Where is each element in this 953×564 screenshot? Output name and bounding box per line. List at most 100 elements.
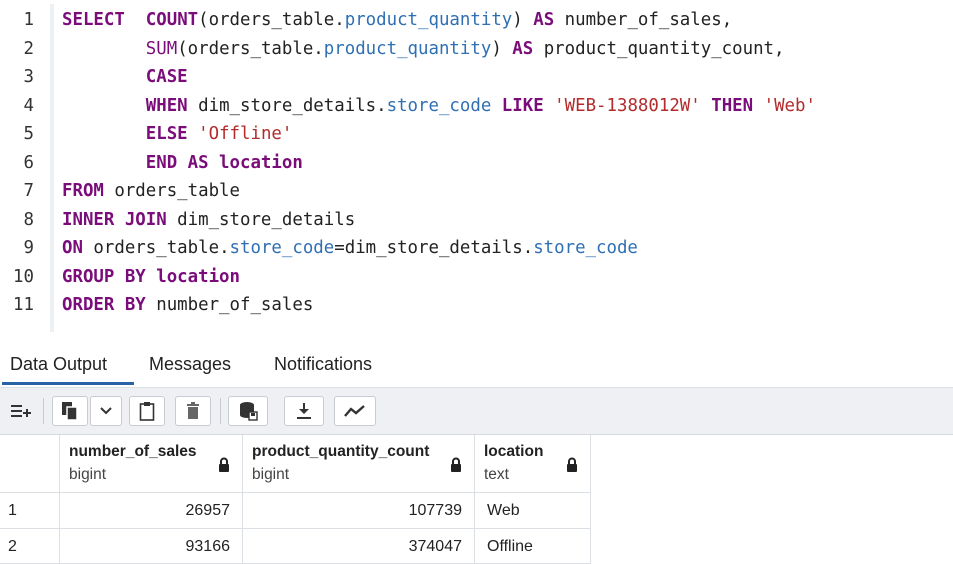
graph-icon [344, 405, 365, 417]
column-type: bigint [69, 466, 107, 483]
code-token: INNER JOIN [62, 209, 167, 230]
lock-icon [451, 457, 461, 472]
toolbar-separator [43, 398, 44, 424]
code-token: FROM [62, 181, 104, 201]
table-cell[interactable]: Web [475, 493, 591, 529]
line-number: 8 [23, 209, 34, 230]
copy-button[interactable] [52, 396, 88, 426]
paste-icon [139, 402, 155, 421]
code-line[interactable]: 7 FROM orders_table [0, 177, 241, 206]
query-editor[interactable]: 1 SELECT COUNT(orders_table.product_quant… [0, 0, 953, 338]
add-row-button[interactable] [4, 396, 38, 426]
code-line[interactable]: 10 GROUP BY location [0, 263, 240, 292]
line-number: 7 [23, 181, 34, 201]
table-cell[interactable]: 374047 [243, 529, 475, 564]
code-token: =dim_store_details. [334, 238, 534, 258]
code-token: number_of_sales [145, 295, 314, 315]
download-icon [297, 403, 311, 419]
code-token: THEN [711, 95, 754, 116]
row-number[interactable]: 2 [0, 529, 60, 564]
lock-icon [567, 457, 577, 472]
code-token: number_of_sales, [554, 10, 733, 30]
code-line[interactable]: 6 END AS location [0, 149, 303, 178]
code-token: ON [62, 238, 83, 258]
code-token: dim_store_details [166, 209, 356, 230]
code-line[interactable]: 9 ON orders_table.store_code=dim_store_de… [0, 234, 638, 263]
line-number: 2 [23, 38, 34, 59]
table-cell[interactable]: 26957 [60, 493, 243, 529]
code-token: ORDER BY [62, 295, 146, 315]
column-header[interactable]: number_of_sales bigint [60, 435, 243, 493]
results-toolbar [0, 388, 953, 435]
result-grid: number_of_sales bigint product_quantity_… [0, 435, 953, 564]
code-line[interactable]: 4 WHEN dim_store_details.store_code LIKE… [0, 92, 816, 121]
code-token: (orders_table. [177, 38, 324, 59]
tab-data-output[interactable]: Data Output [2, 345, 134, 385]
toolbar-separator [220, 398, 221, 424]
code-token: 'WEB-1388012W' [554, 95, 701, 116]
code-line[interactable]: 3 CASE [0, 63, 188, 92]
line-number: 4 [23, 95, 34, 116]
code-line[interactable]: 8 INNER JOIN dim_store_details [0, 206, 356, 235]
column-header[interactable]: location text [475, 435, 591, 493]
code-token: store_code [533, 238, 638, 258]
code-token: ) [491, 38, 513, 59]
table-cell[interactable]: 107739 [243, 493, 475, 529]
table-cell[interactable]: Offline [475, 529, 591, 564]
save-data-icon [240, 402, 258, 421]
results-tabs: Data Output Messages Notifications [0, 345, 953, 388]
code-token: dim_store_details. [187, 95, 387, 116]
line-number: 1 [23, 10, 34, 30]
code-token: GROUP BY location [62, 266, 240, 287]
column-name: location [484, 443, 544, 460]
code-token: AS [533, 10, 555, 30]
row-number[interactable]: 1 [0, 493, 60, 529]
download-button[interactable] [284, 396, 324, 426]
code-token: WHEN [145, 95, 188, 116]
column-header[interactable]: product_quantity_count bigint [243, 435, 475, 493]
delete-button[interactable] [175, 396, 211, 426]
code-line[interactable]: 11 ORDER BY number_of_sales [0, 291, 313, 320]
graph-visualiser-button[interactable] [334, 396, 376, 426]
corner-header-cell[interactable] [0, 435, 60, 493]
tab-messages[interactable]: Messages [141, 345, 239, 385]
column-type: text [484, 466, 509, 483]
table-cell[interactable]: 93166 [60, 529, 243, 564]
code-token: store_code [386, 95, 492, 116]
code-line[interactable]: 5 ELSE 'Offline' [0, 120, 293, 149]
code-token: SELECT [62, 10, 125, 30]
tab-label: Notifications [274, 354, 373, 374]
code-token: 'Offline' [198, 124, 293, 144]
save-data-button[interactable] [228, 396, 268, 426]
paste-button[interactable] [129, 396, 165, 426]
code-line[interactable]: 2 SUM(orders_table.product_quantity) AS … [0, 35, 785, 64]
code-token: SUM [145, 38, 178, 59]
code-token: product_quantity_count, [533, 38, 785, 59]
code-token: LIKE [501, 95, 544, 116]
tab-notifications[interactable]: Notifications [266, 345, 380, 385]
copy-options-dropdown[interactable] [90, 396, 122, 426]
code-token: CASE [145, 67, 188, 87]
code-line[interactable]: 1 SELECT COUNT(orders_table.product_quant… [0, 6, 733, 35]
code-token: AS [512, 38, 534, 59]
lock-icon [219, 457, 229, 472]
chevron-down-icon [100, 407, 112, 415]
add-row-icon [11, 405, 31, 417]
line-number: 5 [23, 124, 34, 144]
line-number: 11 [13, 295, 34, 315]
tab-label: Messages [149, 354, 232, 374]
copy-icon [62, 402, 78, 421]
code-token: END AS location [145, 152, 303, 173]
column-type: bigint [252, 466, 290, 483]
code-token: 'Web' [763, 95, 816, 116]
delete-icon [187, 402, 199, 419]
code-token: orders_table [103, 181, 241, 201]
